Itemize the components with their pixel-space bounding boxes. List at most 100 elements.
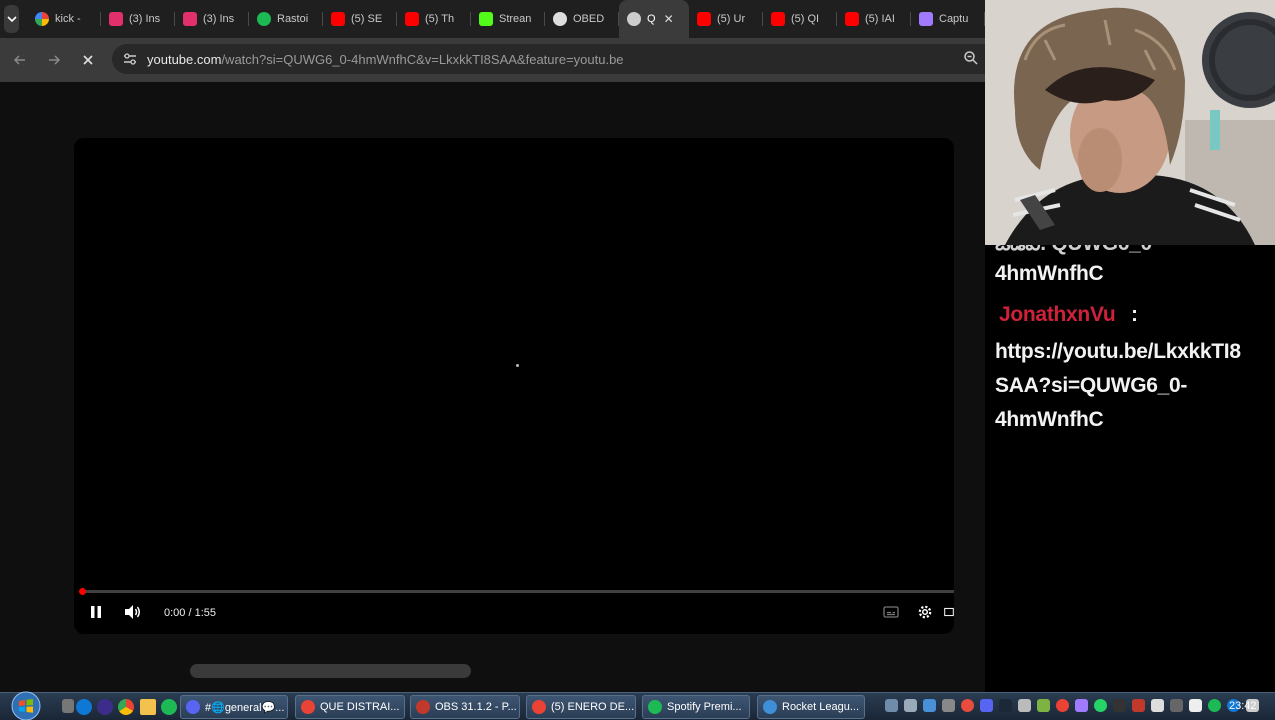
tray-icon[interactable] [1189, 699, 1202, 712]
tray-icon[interactable] [1113, 699, 1126, 712]
browser-tab[interactable]: Captu [911, 0, 985, 38]
taskbar-window-label: (5) ENERO DE... [551, 701, 635, 713]
youtube-icon [331, 12, 345, 26]
loading-icon [627, 12, 641, 26]
browser-tab[interactable]: (5) IAI [837, 0, 911, 38]
url-text: youtube.com/watch?si=QUWG6_0-4hmWnfhC&v=… [147, 52, 624, 67]
tab-title: Strean [499, 13, 532, 25]
language-icon[interactable] [1018, 699, 1031, 712]
mute-button[interactable] [121, 600, 145, 624]
pen-icon [919, 12, 933, 26]
address-bar[interactable]: youtube.com/watch?si=QUWG6_0-4hmWnfhC&v=… [112, 44, 985, 74]
browser-tab[interactable]: Rastoi [249, 0, 323, 38]
taskbar-window-button[interactable]: OBS 31.1.2 - P... [410, 695, 520, 719]
forward-button[interactable] [40, 46, 68, 74]
volume-icon [125, 605, 140, 619]
stop-loading-button[interactable] [74, 46, 102, 74]
browser-tab[interactable]: kick - [27, 0, 101, 38]
tab-title: (3) Ins [203, 13, 235, 25]
browser-tab[interactable]: Strean [471, 0, 545, 38]
tab-title: kick - [55, 13, 81, 25]
browser-tab[interactable]: Q ✕ [619, 0, 689, 38]
pause-button[interactable] [84, 600, 108, 624]
url-host: youtube.com [147, 51, 222, 67]
taskbar-window-button[interactable]: (5) ENERO DE... [526, 695, 636, 719]
taskbar-clock[interactable]: 23:42 [1229, 700, 1257, 712]
tray-icon[interactable] [923, 699, 936, 712]
gear-icon[interactable] [904, 699, 917, 712]
chat-message-line: 4hmWnfhC [995, 408, 1104, 431]
obs-icon [416, 700, 430, 714]
browser-tab[interactable]: (3) Ins [175, 0, 249, 38]
subtitles-button[interactable] [879, 600, 903, 624]
tray-icon[interactable] [1075, 699, 1088, 712]
progress-scrubber[interactable] [79, 588, 86, 595]
steam-tray-icon[interactable] [999, 699, 1012, 712]
browser-tab[interactable]: (5) Th [397, 0, 471, 38]
site-info-icon[interactable] [122, 51, 138, 72]
tray-icon[interactable] [1037, 699, 1050, 712]
tab-title: (5) SE [351, 13, 383, 25]
magnifier-icon [964, 51, 978, 65]
tab-title: (5) Ur [717, 13, 746, 25]
browser-tab[interactable]: (5) SE [323, 0, 397, 38]
subtitles-icon [883, 606, 899, 618]
spotify-tray-icon[interactable] [1208, 699, 1221, 712]
tray-icon[interactable] [1170, 699, 1183, 712]
close-icon [83, 55, 93, 65]
youtube-icon [697, 12, 711, 26]
webcam-overlay [985, 0, 1275, 245]
taskbar-window-button[interactable]: Rocket Leagu... [757, 695, 865, 719]
settings-button[interactable] [913, 600, 937, 624]
zoom-button[interactable] [963, 50, 979, 71]
tab-title: Q [647, 13, 656, 25]
spotify-icon[interactable] [161, 699, 177, 715]
discord-icon [186, 700, 200, 714]
browser-tab[interactable]: OBED [545, 0, 619, 38]
chrome-icon [301, 700, 315, 714]
taskbar-window-label: Rocket Leagu... [782, 701, 860, 713]
tab-title: OBED [573, 13, 605, 25]
video-player[interactable]: 0:00 / 1:55 [74, 138, 954, 634]
pinned-app-icon[interactable] [97, 699, 113, 715]
windows-taskbar: #🌐general💬... QUE DISTRAI... OBS 31.1.2 - … [0, 690, 1275, 720]
tray-icon[interactable] [942, 699, 955, 712]
tab-search-button[interactable] [4, 5, 19, 33]
horizontal-scrollbar[interactable] [190, 664, 471, 678]
discord-tray-icon[interactable] [980, 699, 993, 712]
taskbar-window-button[interactable]: #🌐general💬... [180, 695, 288, 719]
tab-list: kick - (3) Ins (3) Ins Rastoi (5) SE (5) Th St… [27, 0, 985, 38]
url-path: /watch?si=QUWG6_0-4hmWnfhC&v=LkxkkTI8SAA… [221, 51, 624, 67]
back-button[interactable] [6, 46, 34, 74]
miniplayer-button[interactable] [944, 600, 954, 624]
browser-tab[interactable]: (5) QI [763, 0, 837, 38]
miniplayer-icon [944, 607, 954, 617]
chrome-tray-icon[interactable] [1056, 699, 1069, 712]
youtube-icon [845, 12, 859, 26]
tab-close-icon[interactable]: ✕ [664, 12, 674, 26]
pinned-app-icon[interactable] [62, 699, 74, 713]
start-button[interactable] [8, 690, 44, 720]
taskbar-window-button[interactable]: Spotify Premi... [642, 695, 750, 719]
folder-icon[interactable] [140, 699, 156, 715]
progress-bar[interactable] [79, 588, 954, 595]
google-icon [35, 12, 49, 26]
tray-icon[interactable] [1132, 699, 1145, 712]
tab-title: (5) IAI [865, 13, 895, 25]
time-display: 0:00 / 1:55 [164, 607, 216, 619]
browser-tab[interactable]: (3) Ins [101, 0, 175, 38]
microphone-icon[interactable] [1151, 699, 1164, 712]
youtube-icon [405, 12, 419, 26]
obs-tray-icon[interactable] [961, 699, 974, 712]
chat-message-line: https://youtu.be/LkxkkTI8 [995, 340, 1241, 363]
youtube-icon [771, 12, 785, 26]
tab-title: Captu [939, 13, 969, 25]
chevron-down-icon [6, 16, 17, 23]
edge-icon[interactable] [76, 699, 92, 715]
browser-tab[interactable]: (5) Ur [689, 0, 763, 38]
taskbar-window-button[interactable]: QUE DISTRAI... [295, 695, 405, 719]
instagram-icon [183, 12, 197, 26]
whatsapp-tray-icon[interactable] [1094, 699, 1107, 712]
chrome-icon[interactable] [118, 699, 134, 715]
tray-icon[interactable] [885, 699, 898, 712]
